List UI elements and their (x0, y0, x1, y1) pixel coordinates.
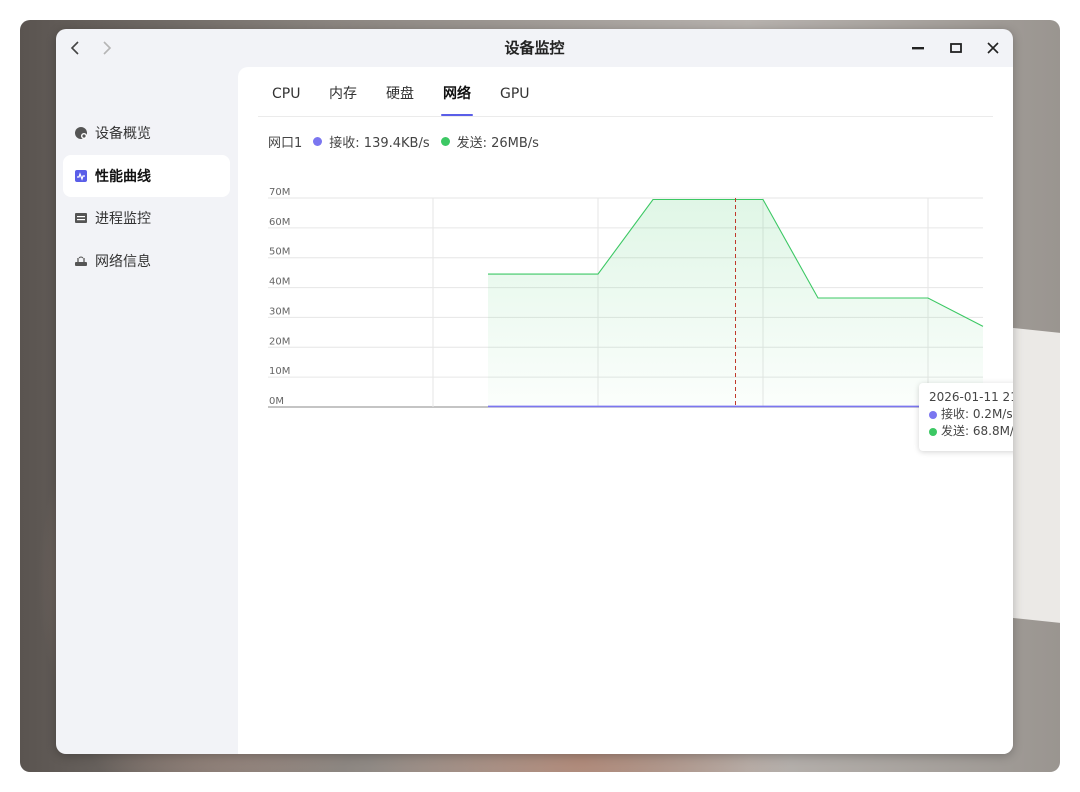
sidebar-item-performance[interactable]: 性能曲线 (63, 155, 230, 197)
sidebar-item-label: 网络信息 (95, 254, 151, 270)
tooltip-time: 2026-01-11 21:33:57 (929, 390, 1013, 404)
y-tick-label: 60M (269, 217, 290, 228)
main-content: CPU 内存 硬盘 网络 GPU 网口1 接收: 139.4KB/s 发送: 2… (238, 67, 1013, 754)
sidebar-item-processes[interactable]: 进程监控 (63, 197, 230, 239)
y-tick-label: 70M (269, 187, 290, 198)
y-tick-label: 10M (269, 366, 290, 377)
tooltip-send-value: 发送: 68.8M/s (941, 424, 1013, 438)
y-tick-label: 50M (269, 247, 290, 258)
device-monitor-window: 设备监控 设备概览 性能曲线 进程监控 网络信息 CPU 内存 硬盘 网络 GP… (56, 29, 1013, 754)
performance-chart-icon (74, 169, 88, 183)
maximize-button[interactable] (944, 36, 968, 60)
tooltip-receive-value: 接收: 0.2M/s (941, 407, 1013, 421)
window-title: 设备监控 (504, 39, 565, 57)
titlebar: 设备监控 (56, 29, 1013, 67)
y-tick-label: 20M (269, 336, 290, 347)
close-icon (987, 42, 999, 54)
sidebar-item-label: 进程监控 (95, 211, 151, 227)
process-list-icon (74, 211, 88, 225)
network-chart[interactable]: 70M 60M 50M 40M 30M 20M 10M 0M (238, 67, 1013, 427)
tooltip-receive-row: 接收: 0.2M/s (929, 406, 1013, 423)
maximize-icon (950, 43, 962, 53)
y-tick-label: 30M (269, 306, 290, 317)
tooltip-send-dot (929, 427, 937, 436)
y-tick-label: 0M (269, 396, 284, 407)
close-button[interactable] (981, 36, 1005, 60)
router-icon (74, 254, 88, 268)
wallpaper-newspaper (1005, 327, 1060, 623)
tooltip-send-row: 发送: 68.8M/s (929, 423, 1013, 440)
tooltip-receive-dot (929, 410, 937, 419)
sidebar-item-label: 性能曲线 (95, 169, 151, 185)
sidebar-item-label: 设备概览 (95, 126, 151, 142)
y-tick-label: 40M (269, 277, 290, 288)
overview-icon (74, 126, 88, 140)
minimize-button[interactable] (906, 36, 930, 60)
sidebar: 设备概览 性能曲线 进程监控 网络信息 (56, 67, 238, 754)
sidebar-item-network[interactable]: 网络信息 (63, 240, 230, 282)
sidebar-item-overview[interactable]: 设备概览 (63, 112, 230, 154)
chart-tooltip: 2026-01-11 21:33:57 接收: 0.2M/s 发送: 68.8M… (919, 383, 1013, 451)
minimize-icon (912, 47, 924, 50)
